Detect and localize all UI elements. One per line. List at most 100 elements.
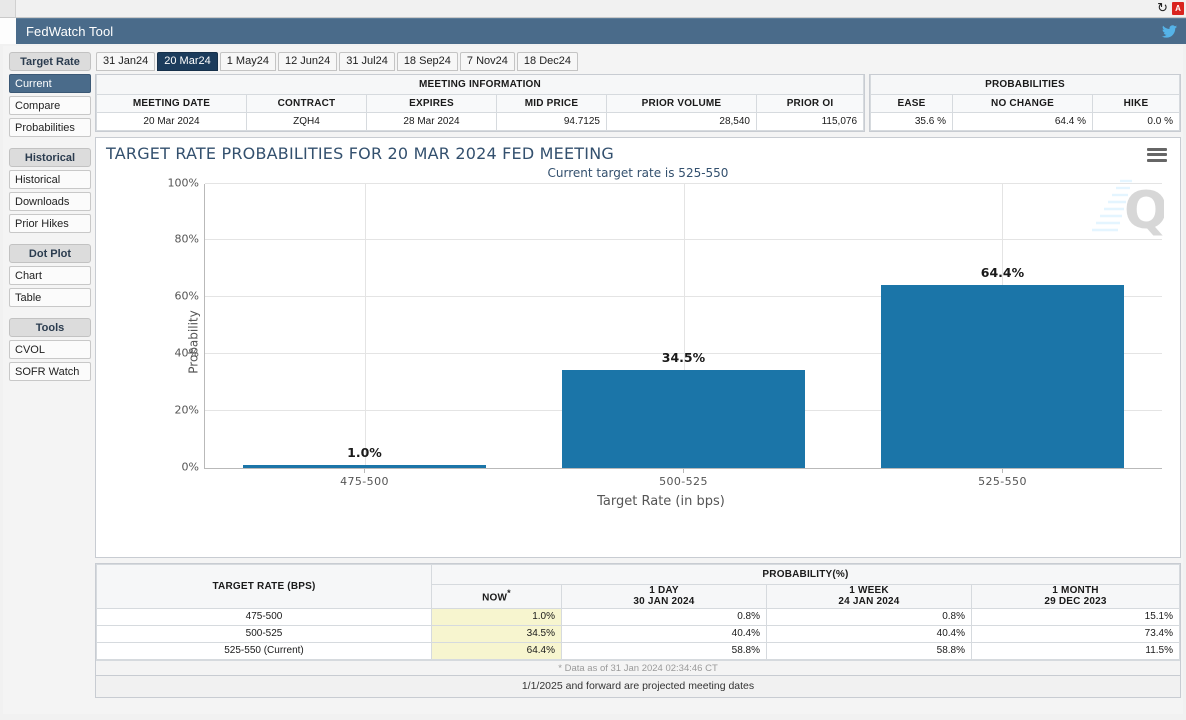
y-tick-label-40: 40% bbox=[174, 346, 199, 360]
meeting-information-table: MEETING INFORMATION MEETING DATE CONTRAC… bbox=[96, 75, 864, 131]
sidebar-item-table[interactable]: Table bbox=[9, 288, 91, 307]
twitter-icon[interactable] bbox=[1160, 23, 1178, 41]
workspace-inner: Target Rate Current Compare Probabilitie… bbox=[3, 46, 1183, 714]
x-tick-label-525-550: 525-550 bbox=[978, 474, 1027, 488]
sidebar-item-cvol[interactable]: CVOL bbox=[9, 340, 91, 359]
cell-1day-500-525: 40.4% bbox=[561, 624, 767, 643]
cell-1day-475-500: 0.8% bbox=[561, 607, 767, 626]
y-tick-label-0: 0% bbox=[181, 460, 199, 473]
sidebar-item-sofr-watch[interactable]: SOFR Watch bbox=[9, 362, 91, 381]
col-probability-group: PROBABILITY(%) bbox=[431, 563, 1180, 585]
col-ease: EASE bbox=[870, 93, 953, 113]
col-1-week-line1: 1 WEEK bbox=[849, 585, 889, 596]
hamburger-bar-1 bbox=[1147, 147, 1167, 151]
sidebar-group-historical: Historical bbox=[9, 148, 91, 167]
cell-mid-price: 94.7125 bbox=[496, 111, 607, 131]
cell-now-525-550: 64.4% bbox=[431, 641, 562, 660]
hamburger-menu-icon[interactable] bbox=[1147, 147, 1167, 162]
bar-slot-500-525: 34.5% 500-525 bbox=[524, 184, 843, 488]
tab-12-jun24[interactable]: 12 Jun24 bbox=[277, 52, 338, 71]
bar-value-label-500-525: 34.5% bbox=[661, 349, 706, 365]
tab-7-nov24[interactable]: 7 Nov24 bbox=[459, 52, 515, 71]
col-1-day-line1: 1 DAY bbox=[649, 585, 679, 596]
cell-prior-oi: 115,076 bbox=[756, 111, 864, 131]
tab-20-mar24[interactable]: 20 Mar24 bbox=[157, 52, 218, 71]
browser-toolbar: ↻ A bbox=[0, 0, 1186, 18]
x-tick-mark-500-525 bbox=[683, 467, 685, 473]
bar-value-label-475-500: 1.0% bbox=[347, 444, 382, 460]
cell-meeting-date: 20 Mar 2024 bbox=[96, 111, 247, 131]
cell-1month-525-550: 11.5% bbox=[971, 641, 1180, 660]
col-now-asterisk: * bbox=[507, 588, 511, 599]
tab-31-jan24[interactable]: 31 Jan24 bbox=[96, 52, 156, 71]
chart-panel: TARGET RATE PROBABILITIES FOR 20 MAR 202… bbox=[95, 136, 1181, 558]
cell-1week-525-550: 58.8% bbox=[766, 641, 972, 660]
plot-area: 100% 80% 60% 40% 20% 0% 1.0% 475-500 34.… bbox=[168, 176, 1162, 488]
sidebar-item-downloads[interactable]: Downloads bbox=[9, 192, 91, 211]
table-row: 500-525 34.5% 40.4% 40.4% 73.4% bbox=[96, 624, 1180, 643]
x-tick-label-500-525: 500-525 bbox=[659, 474, 708, 488]
x-tick-label-475-500: 475-500 bbox=[340, 474, 389, 488]
col-1-week-line2: 24 JAN 2024 bbox=[838, 596, 900, 607]
workspace: Target Rate Current Compare Probabilitie… bbox=[0, 44, 1186, 720]
col-1-day: 1 DAY 30 JAN 2024 bbox=[561, 583, 767, 609]
bar-525-550[interactable] bbox=[881, 284, 1124, 468]
sidebar-item-probabilities[interactable]: Probabilities bbox=[9, 118, 91, 137]
refresh-icon[interactable]: ↻ bbox=[1157, 2, 1168, 15]
hamburger-bar-3 bbox=[1147, 158, 1167, 162]
page-root: ↻ A FedWatch Tool Target Rate Current Co… bbox=[0, 0, 1186, 720]
table-row: 20 Mar 2024 ZQH4 28 Mar 2024 94.7125 28,… bbox=[96, 111, 864, 131]
cell-1month-475-500: 15.1% bbox=[971, 607, 1180, 626]
col-contract: CONTRACT bbox=[246, 93, 367, 113]
cell-1day-525-550: 58.8% bbox=[561, 641, 767, 660]
cell-now-475-500: 1.0% bbox=[431, 607, 562, 626]
chart-title: TARGET RATE PROBABILITIES FOR 20 MAR 202… bbox=[106, 143, 614, 163]
tab-18-sep24[interactable]: 18 Sep24 bbox=[396, 52, 458, 71]
col-no-change: NO CHANGE bbox=[952, 93, 1093, 113]
col-target-rate-bps: TARGET RATE (BPS) bbox=[96, 563, 432, 609]
cell-hike: 0.0 % bbox=[1092, 111, 1180, 131]
meeting-information-title: MEETING INFORMATION bbox=[96, 75, 864, 95]
main-content: 31 Jan24 20 Mar24 1 May24 12 Jun24 31 Ju… bbox=[95, 52, 1181, 710]
sidebar: Target Rate Current Compare Probabilitie… bbox=[9, 52, 91, 384]
sidebar-item-historical[interactable]: Historical bbox=[9, 170, 91, 189]
cell-rate-475-500: 475-500 bbox=[96, 607, 432, 626]
probabilities-summary-table: PROBABILITIES EASE NO CHANGE HIKE 35.6 %… bbox=[870, 75, 1180, 131]
bar-slot-475-500: 1.0% 475-500 bbox=[205, 184, 524, 488]
cell-1month-500-525: 73.4% bbox=[971, 624, 1180, 643]
col-now: NOW* bbox=[431, 583, 562, 609]
sidebar-item-chart[interactable]: Chart bbox=[9, 266, 91, 285]
y-tick-label-60: 60% bbox=[174, 289, 199, 303]
bar-500-525[interactable] bbox=[562, 369, 805, 468]
sidebar-item-prior-hikes[interactable]: Prior Hikes bbox=[9, 214, 91, 233]
col-1-month-line1: 1 MONTH bbox=[1052, 585, 1099, 596]
pdf-icon[interactable]: A bbox=[1172, 2, 1184, 15]
probabilities-summary-title: PROBABILITIES bbox=[870, 75, 1180, 95]
sidebar-item-current[interactable]: Current bbox=[9, 74, 91, 93]
projected-dates-footer: 1/1/2025 and forward are projected meeti… bbox=[95, 675, 1181, 698]
col-mid-price: MID PRICE bbox=[496, 93, 607, 113]
col-now-label: NOW bbox=[482, 592, 508, 604]
sidebar-group-tools: Tools bbox=[9, 318, 91, 337]
cell-expires: 28 Mar 2024 bbox=[366, 111, 497, 131]
y-tick-label-20: 20% bbox=[174, 403, 199, 417]
table-row: 525-550 (Current) 64.4% 58.8% 58.8% 11.5… bbox=[96, 641, 1180, 660]
col-prior-oi: PRIOR OI bbox=[756, 93, 864, 113]
hamburger-bar-2 bbox=[1147, 153, 1167, 156]
col-hike: HIKE bbox=[1092, 93, 1180, 113]
tab-18-dec24[interactable]: 18 Dec24 bbox=[516, 52, 578, 71]
chart-plot: Probability Target Rate (in bps) 100% 80… bbox=[156, 170, 1166, 515]
col-1-week: 1 WEEK 24 JAN 2024 bbox=[766, 583, 972, 609]
x-axis-title: Target Rate (in bps) bbox=[597, 493, 725, 509]
app-title: FedWatch Tool bbox=[26, 24, 114, 39]
tab-1-may24[interactable]: 1 May24 bbox=[219, 52, 276, 71]
col-expires: EXPIRES bbox=[366, 93, 497, 113]
cell-1week-475-500: 0.8% bbox=[766, 607, 972, 626]
cell-now-500-525: 34.5% bbox=[431, 624, 562, 643]
tab-31-jul24[interactable]: 31 Jul24 bbox=[339, 52, 395, 71]
col-1-day-line2: 30 JAN 2024 bbox=[633, 596, 695, 607]
sidebar-item-compare[interactable]: Compare bbox=[9, 96, 91, 115]
